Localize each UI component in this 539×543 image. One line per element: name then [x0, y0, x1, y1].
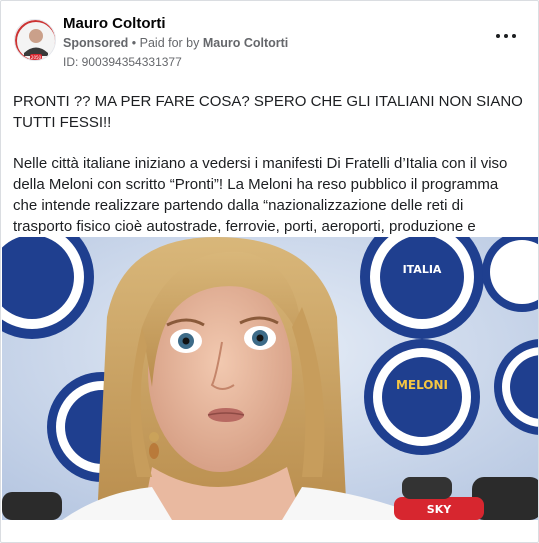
paid-for-prefix: Paid for by: [139, 36, 203, 50]
ad-id: ID: 900394354331377: [63, 55, 182, 69]
avatar-photo: 2050: [15, 20, 55, 60]
ad-card: 2050 Mauro Coltorti Sponsored • Paid for…: [0, 0, 539, 543]
page-name[interactable]: Mauro Coltorti: [63, 15, 166, 32]
meta-separator: •: [128, 36, 140, 50]
more-horizontal-icon: [496, 34, 500, 38]
sponsored-label: Sponsored: [63, 36, 129, 50]
post-text-headline: PRONTI ?? MA PER FARE COSA? SPERO CHE GL…: [13, 93, 523, 131]
page-avatar[interactable]: 2050: [14, 19, 56, 61]
mic-label: SKY: [427, 503, 452, 516]
sponsored-meta: Sponsored • Paid for by Mauro Coltorti: [63, 36, 288, 50]
logo-text-meloni: MELONI: [396, 378, 448, 392]
post-image[interactable]: ITALIA MELONI SKY: [2, 237, 538, 520]
post-text: PRONTI ?? MA PER FARE COSA? SPERO CHE GL…: [13, 91, 523, 258]
post-photo: ITALIA MELONI SKY: [2, 237, 538, 520]
more-options-button[interactable]: [496, 31, 516, 41]
post-header: 2050 Mauro Coltorti Sponsored • Paid for…: [1, 1, 538, 81]
logo-text-italia: ITALIA: [403, 263, 442, 276]
payer-name: Mauro Coltorti: [202, 36, 289, 50]
avatar-badge-text: 2050: [31, 55, 42, 60]
